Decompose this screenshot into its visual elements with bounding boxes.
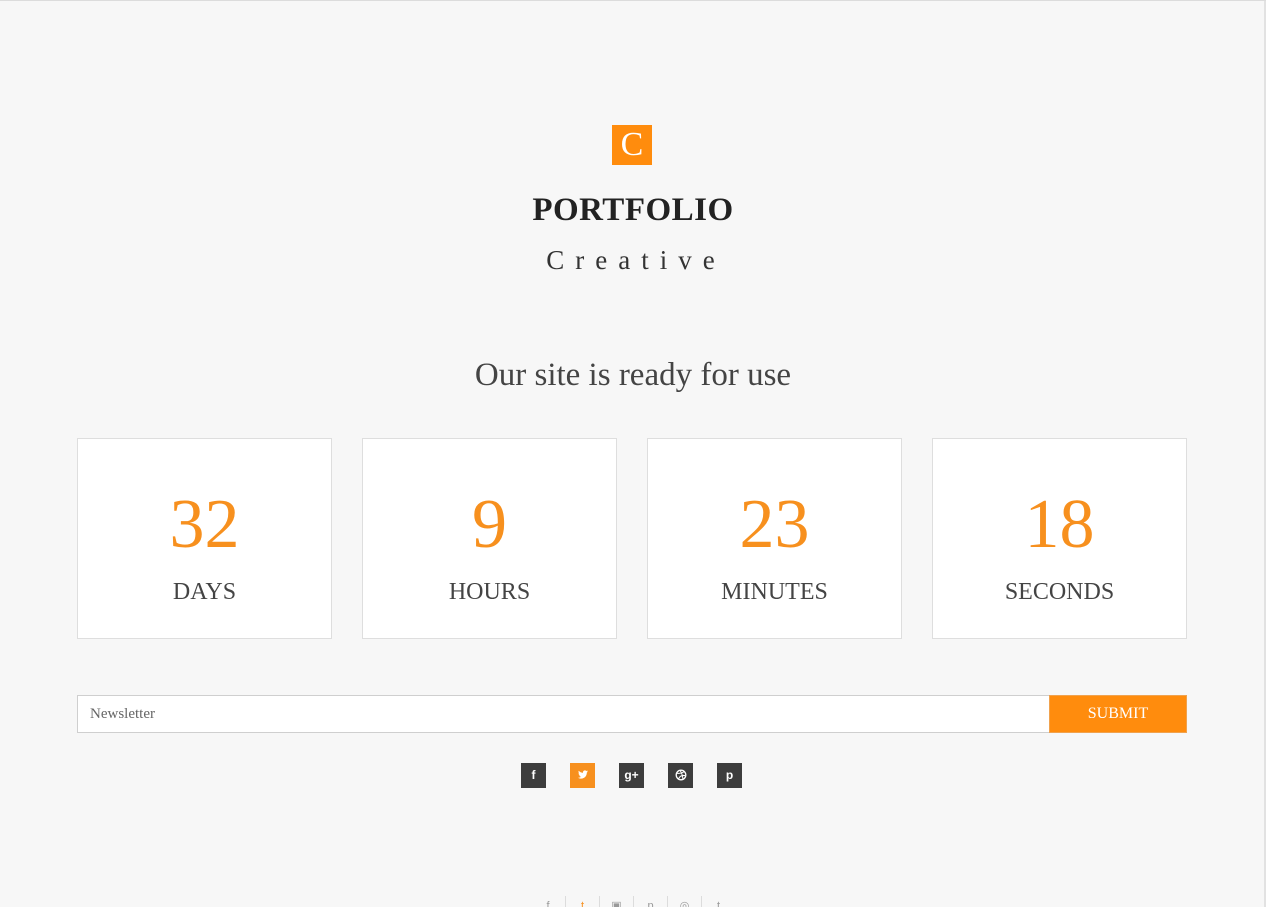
social-links: f g+ p bbox=[521, 763, 742, 788]
footer-tumblr-icon[interactable]: t bbox=[701, 896, 735, 907]
countdown-days-value: 32 bbox=[169, 486, 240, 563]
pinterest-icon[interactable]: p bbox=[717, 763, 742, 788]
page-headline: Our site is ready for use bbox=[474, 357, 792, 393]
google-plus-icon[interactable]: g+ bbox=[619, 763, 644, 788]
footer-social-links: f t ▣ p ◎ t bbox=[0, 896, 1266, 907]
twitter-icon[interactable] bbox=[570, 763, 595, 788]
footer-pinterest-icon[interactable]: p bbox=[633, 896, 667, 907]
footer-instagram-icon[interactable]: ▣ bbox=[599, 896, 633, 907]
countdown-minutes: 23 MINUTES bbox=[647, 438, 902, 639]
countdown-days-label: DAYS bbox=[172, 579, 237, 605]
countdown-hours-value: 9 bbox=[472, 486, 507, 563]
dribbble-icon[interactable] bbox=[668, 763, 693, 788]
countdown-seconds-label: SECONDS bbox=[1004, 579, 1115, 605]
footer-facebook-icon[interactable]: f bbox=[531, 896, 565, 907]
dribbble-ball-glyph bbox=[675, 769, 686, 781]
newsletter-form: SUBMIT bbox=[77, 695, 1187, 733]
countdown-hours-label: HOURS bbox=[448, 579, 531, 605]
countdown-seconds: 18 SECONDS bbox=[932, 438, 1187, 639]
countdown-minutes-value: 23 bbox=[739, 486, 810, 563]
newsletter-input[interactable] bbox=[77, 695, 1049, 733]
brand-tagline: Creative bbox=[546, 245, 726, 275]
twitter-bird-glyph bbox=[577, 770, 588, 779]
facebook-icon[interactable]: f bbox=[521, 763, 546, 788]
countdown-minutes-label: MINUTES bbox=[721, 579, 828, 605]
countdown-hours: 9 HOURS bbox=[362, 438, 617, 639]
countdown-days: 32 DAYS bbox=[77, 438, 332, 639]
logo-badge: C bbox=[612, 125, 652, 165]
footer-twitter-icon[interactable]: t bbox=[565, 896, 599, 907]
footer-dribbble-icon[interactable]: ◎ bbox=[667, 896, 701, 907]
brand-name: PORTFOLIO bbox=[532, 192, 734, 228]
countdown-seconds-value: 18 bbox=[1024, 486, 1095, 563]
countdown: 32 DAYS 9 HOURS 23 MINUTES 18 SECONDS bbox=[77, 438, 1187, 639]
submit-button[interactable]: SUBMIT bbox=[1049, 695, 1187, 733]
page: C PORTFOLIO Creative Our site is ready f… bbox=[0, 0, 1266, 907]
